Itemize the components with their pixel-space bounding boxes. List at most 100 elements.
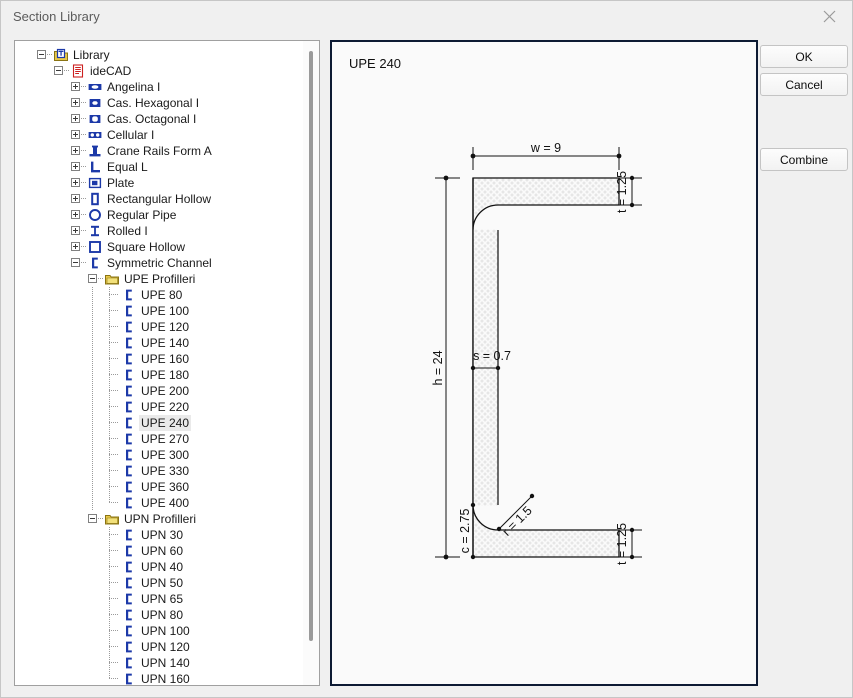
tree-item[interactable]: Regular Pipe [15,207,303,223]
tree-item[interactable]: UPE 120 [15,319,303,335]
tree-guide-line [81,182,87,183]
tree-item[interactable]: Crane Rails Form A [15,143,303,159]
tree-item[interactable]: UPE 180 [15,367,303,383]
expand-icon[interactable] [71,130,80,139]
tree-item[interactable]: UPE 220 [15,399,303,415]
tree-item-label: UPE 180 [139,367,191,383]
tree-guide-line [109,351,110,367]
expand-icon[interactable] [71,242,80,251]
close-icon[interactable] [806,1,852,32]
crane-rail-icon [88,144,102,158]
expand-icon[interactable] [71,194,80,203]
tree-guide-line [81,198,87,199]
tree-item[interactable]: UPE 80 [15,287,303,303]
tree-item-label: UPN 50 [139,575,185,591]
tree-item[interactable]: UPN 140 [15,655,303,671]
channel-icon [122,544,136,558]
tree-item[interactable]: UPE Profilleri [15,271,303,287]
tree-guide-line [109,294,118,295]
channel-icon [122,352,136,366]
tree-item[interactable]: Cas. Hexagonal I [15,95,303,111]
tree-item[interactable]: UPN 65 [15,591,303,607]
combine-button[interactable]: Combine [760,148,848,171]
expand-icon[interactable] [71,178,80,187]
hexagonal-i-icon [88,96,102,110]
tree-item-label: UPE 270 [139,431,191,447]
tree-item[interactable]: UPE 100 [15,303,303,319]
tree-item[interactable]: Rectangular Hollow [15,191,303,207]
tree-item[interactable]: UPE 200 [15,383,303,399]
tree-item-label: Crane Rails Form A [105,143,214,159]
tree-guide-line [109,415,110,431]
tree-guide-line [92,335,93,351]
channel-icon [122,400,136,414]
tree-item[interactable]: Symmetric Channel [15,255,303,271]
tree-guide-line [109,367,110,383]
tree-item[interactable]: Cas. Octagonal I [15,111,303,127]
tree-item[interactable]: UPE 140 [15,335,303,351]
collapse-icon[interactable] [54,66,63,75]
tree-item[interactable]: UPN 120 [15,639,303,655]
expand-icon[interactable] [71,146,80,155]
tree-item-label: UPE 220 [139,399,191,415]
rolled-i-icon [88,224,102,238]
tree-guide-line [109,438,118,439]
expand-icon[interactable] [71,226,80,235]
tree-item[interactable]: UPN 160 [15,671,303,686]
tree-item[interactable]: Plate [15,175,303,191]
expand-icon[interactable] [71,98,80,107]
ok-button[interactable]: OK [760,45,848,68]
tree-item-label: UPE 140 [139,335,191,351]
tree-item[interactable]: Square Hollow [15,239,303,255]
section-tree[interactable]: LibraryideCADAngelina ICas. Hexagonal IC… [15,41,303,686]
tree-item[interactable]: UPE 360 [15,479,303,495]
tree-guide-line [109,479,110,495]
tree-guide-line [81,166,87,167]
channel-icon [122,336,136,350]
tree-scrollbar[interactable] [302,41,319,685]
tree-item[interactable]: Angelina I [15,79,303,95]
tree-guide-line [109,607,110,623]
tree-item[interactable]: UPN 100 [15,623,303,639]
tree-item[interactable]: Cellular I [15,127,303,143]
tree-item[interactable]: Rolled I [15,223,303,239]
tree-guide-line [109,486,118,487]
tree-item[interactable]: UPE 400 [15,495,303,511]
tree-item[interactable]: UPN 80 [15,607,303,623]
expand-icon[interactable] [71,162,80,171]
tree-item-label: UPN 40 [139,559,185,575]
tree-item[interactable]: Library [15,47,303,63]
channel-icon [122,448,136,462]
tree-item[interactable]: UPE 300 [15,447,303,463]
tree-item[interactable]: ideCAD [15,63,303,79]
tree-item-label: Angelina I [105,79,162,95]
tree-item[interactable]: UPE 240 [15,415,303,431]
expand-icon[interactable] [71,82,80,91]
title-bar: Section Library [1,1,852,32]
collapse-icon[interactable] [88,514,97,523]
tree-item-label: UPE 330 [139,463,191,479]
collapse-icon[interactable] [37,50,46,59]
tree-item[interactable]: UPE 330 [15,463,303,479]
section-tree-panel[interactable]: LibraryideCADAngelina ICas. Hexagonal IC… [14,40,320,686]
channel-icon [122,592,136,606]
tree-scrollbar-thumb[interactable] [309,51,313,641]
tree-item[interactable]: UPE 160 [15,351,303,367]
expand-icon[interactable] [71,210,80,219]
tree-item[interactable]: UPN 60 [15,543,303,559]
channel-icon [122,608,136,622]
tree-item[interactable]: UPE 270 [15,431,303,447]
tree-item[interactable]: Equal L [15,159,303,175]
tree-item[interactable]: UPN 50 [15,575,303,591]
tree-item-label: UPE 160 [139,351,191,367]
tree-item[interactable]: UPN 40 [15,559,303,575]
dim-width-label: w = 9 [530,141,561,155]
tree-item[interactable]: UPN 30 [15,527,303,543]
collapse-icon[interactable] [71,258,80,267]
cancel-button[interactable]: Cancel [760,73,848,96]
channel-icon [122,528,136,542]
collapse-icon[interactable] [88,274,97,283]
tree-item[interactable]: UPN Profilleri [15,511,303,527]
tree-item-label: UPN 160 [139,671,192,686]
expand-icon[interactable] [71,114,80,123]
